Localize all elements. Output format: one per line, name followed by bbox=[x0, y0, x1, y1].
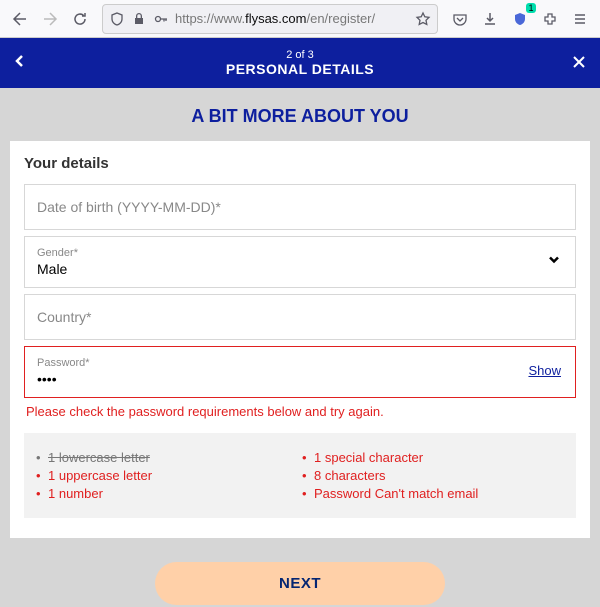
error-message: Please check the password requirements b… bbox=[26, 404, 574, 419]
show-password-button[interactable]: Show bbox=[528, 363, 561, 378]
country-label: Country* bbox=[37, 309, 563, 325]
requirement-item: 1 uppercase letter bbox=[34, 468, 300, 483]
extensions-icon[interactable] bbox=[536, 5, 564, 33]
ublock-icon[interactable]: 1 bbox=[506, 5, 534, 33]
lock-icon bbox=[131, 11, 147, 27]
next-button[interactable]: NEXT bbox=[155, 562, 445, 605]
dob-placeholder: Date of birth (YYYY-MM-DD)* bbox=[37, 199, 563, 215]
chevron-down-icon bbox=[547, 253, 561, 272]
requirements-box: 1 lowercase letter 1 uppercase letter 1 nu… bbox=[24, 433, 576, 518]
requirement-item: 1 number bbox=[34, 486, 300, 501]
form-heading: Your details bbox=[24, 155, 576, 172]
badge: 1 bbox=[526, 3, 536, 13]
reload-button[interactable] bbox=[66, 5, 94, 33]
password-field[interactable]: Password* •••• Show bbox=[24, 346, 576, 398]
requirement-item: 8 characters bbox=[300, 468, 566, 483]
close-button[interactable] bbox=[572, 53, 586, 74]
url-bar[interactable]: https://www.flysas.com/en/register/ bbox=[102, 4, 438, 34]
requirements-right: 1 special character 8 characters Password … bbox=[300, 450, 566, 501]
pocket-icon[interactable] bbox=[446, 5, 474, 33]
requirement-item: 1 lowercase letter bbox=[34, 450, 300, 465]
back-button[interactable] bbox=[6, 5, 34, 33]
country-field[interactable]: Country* bbox=[24, 294, 576, 340]
page-header: 2 of 3 PERSONAL DETAILS bbox=[0, 38, 600, 88]
shield-icon bbox=[109, 11, 125, 27]
password-label: Password* bbox=[37, 357, 563, 369]
menu-icon[interactable] bbox=[566, 5, 594, 33]
dob-field[interactable]: Date of birth (YYYY-MM-DD)* bbox=[24, 184, 576, 230]
gender-value: Male bbox=[37, 261, 563, 277]
download-icon[interactable] bbox=[476, 5, 504, 33]
browser-toolbar: https://www.flysas.com/en/register/ 1 bbox=[0, 0, 600, 38]
key-icon bbox=[153, 11, 169, 27]
form-card: Your details Date of birth (YYYY-MM-DD)*… bbox=[10, 141, 590, 538]
step-indicator: 2 of 3 bbox=[226, 49, 374, 61]
requirements-left: 1 lowercase letter 1 uppercase letter 1 nu… bbox=[34, 450, 300, 501]
page-title: PERSONAL DETAILS bbox=[226, 61, 374, 77]
requirement-item: Password Can't match email bbox=[300, 486, 566, 501]
gender-label: Gender* bbox=[37, 247, 563, 259]
star-icon[interactable] bbox=[415, 11, 431, 27]
section-title: A BIT MORE ABOUT YOU bbox=[0, 88, 600, 141]
password-value: •••• bbox=[37, 371, 563, 387]
url-text: https://www.flysas.com/en/register/ bbox=[175, 11, 409, 26]
requirement-item: 1 special character bbox=[300, 450, 566, 465]
header-back-button[interactable] bbox=[14, 53, 26, 74]
forward-button[interactable] bbox=[36, 5, 64, 33]
gender-field[interactable]: Gender* Male bbox=[24, 236, 576, 288]
